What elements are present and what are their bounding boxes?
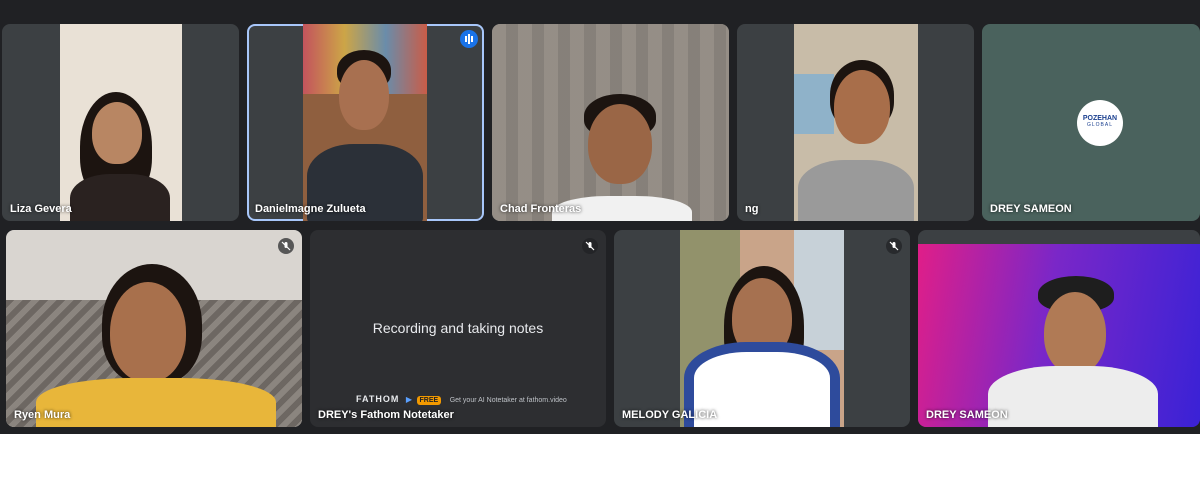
- participant-name: MELODY GALICIA: [622, 409, 718, 421]
- participant-name: DREY's Fathom Notetaker: [318, 409, 454, 421]
- fathom-promo: Get your AI Notetaker at fathom.video: [449, 397, 567, 404]
- participant-tile-danielmagne-zulueta[interactable]: Danielmagne Zulueta: [247, 24, 484, 221]
- participant-tile-drey-sameon[interactable]: POZEHAN GLOBAL DREY SAMEON: [982, 24, 1200, 221]
- audio-level-icon: [460, 30, 478, 48]
- participant-name: Ryen Mura: [14, 409, 71, 421]
- participant-tile-chad-fronteras[interactable]: Chad Fronteras: [492, 24, 729, 221]
- participant-tile-liza-gevera[interactable]: Liza Gevera: [2, 24, 239, 221]
- participant-name: Liza Gevera: [10, 203, 72, 215]
- recording-status: Recording and taking notes: [372, 320, 544, 336]
- participant-video: [680, 230, 844, 427]
- mic-off-icon: [278, 238, 294, 254]
- mic-off-icon: [886, 238, 902, 254]
- participant-tile-ng[interactable]: ng: [737, 24, 974, 221]
- participant-video: [492, 24, 729, 221]
- participant-video: [918, 244, 1200, 427]
- company-logo: POZEHAN GLOBAL: [1077, 100, 1123, 146]
- participant-video: [794, 24, 918, 221]
- fathom-banner: FATHOM ▶ FREE Get your AI Notetaker at f…: [356, 394, 567, 405]
- participant-name: DREY SAMEON: [990, 203, 1072, 215]
- fathom-badge: FREE: [416, 396, 442, 405]
- participant-name: DREY SAMEON: [926, 409, 1008, 421]
- participant-tile-ryen-mura[interactable]: Ryen Mura: [6, 230, 302, 427]
- meeting-grid: Liza Gevera Danielmagne Zulueta Chad Fro…: [0, 0, 1200, 434]
- participant-name: Chad Fronteras: [500, 203, 582, 215]
- mic-off-icon: [582, 238, 598, 254]
- participant-video: [6, 230, 302, 427]
- participant-name: Danielmagne Zulueta: [255, 203, 366, 215]
- fathom-play-icon: ▶: [405, 395, 412, 404]
- participant-video: [303, 24, 427, 221]
- participant-video: [60, 24, 182, 221]
- participant-tile-drey-sameon-video[interactable]: DREY SAMEON: [918, 230, 1200, 427]
- participant-name: ng: [745, 203, 759, 215]
- fathom-brand: FATHOM: [356, 394, 400, 404]
- participant-tile-melody-galicia[interactable]: MELODY GALICIA: [614, 230, 910, 427]
- participant-tile-fathom-notetaker[interactable]: Recording and taking notes FATHOM ▶ FREE…: [310, 230, 606, 427]
